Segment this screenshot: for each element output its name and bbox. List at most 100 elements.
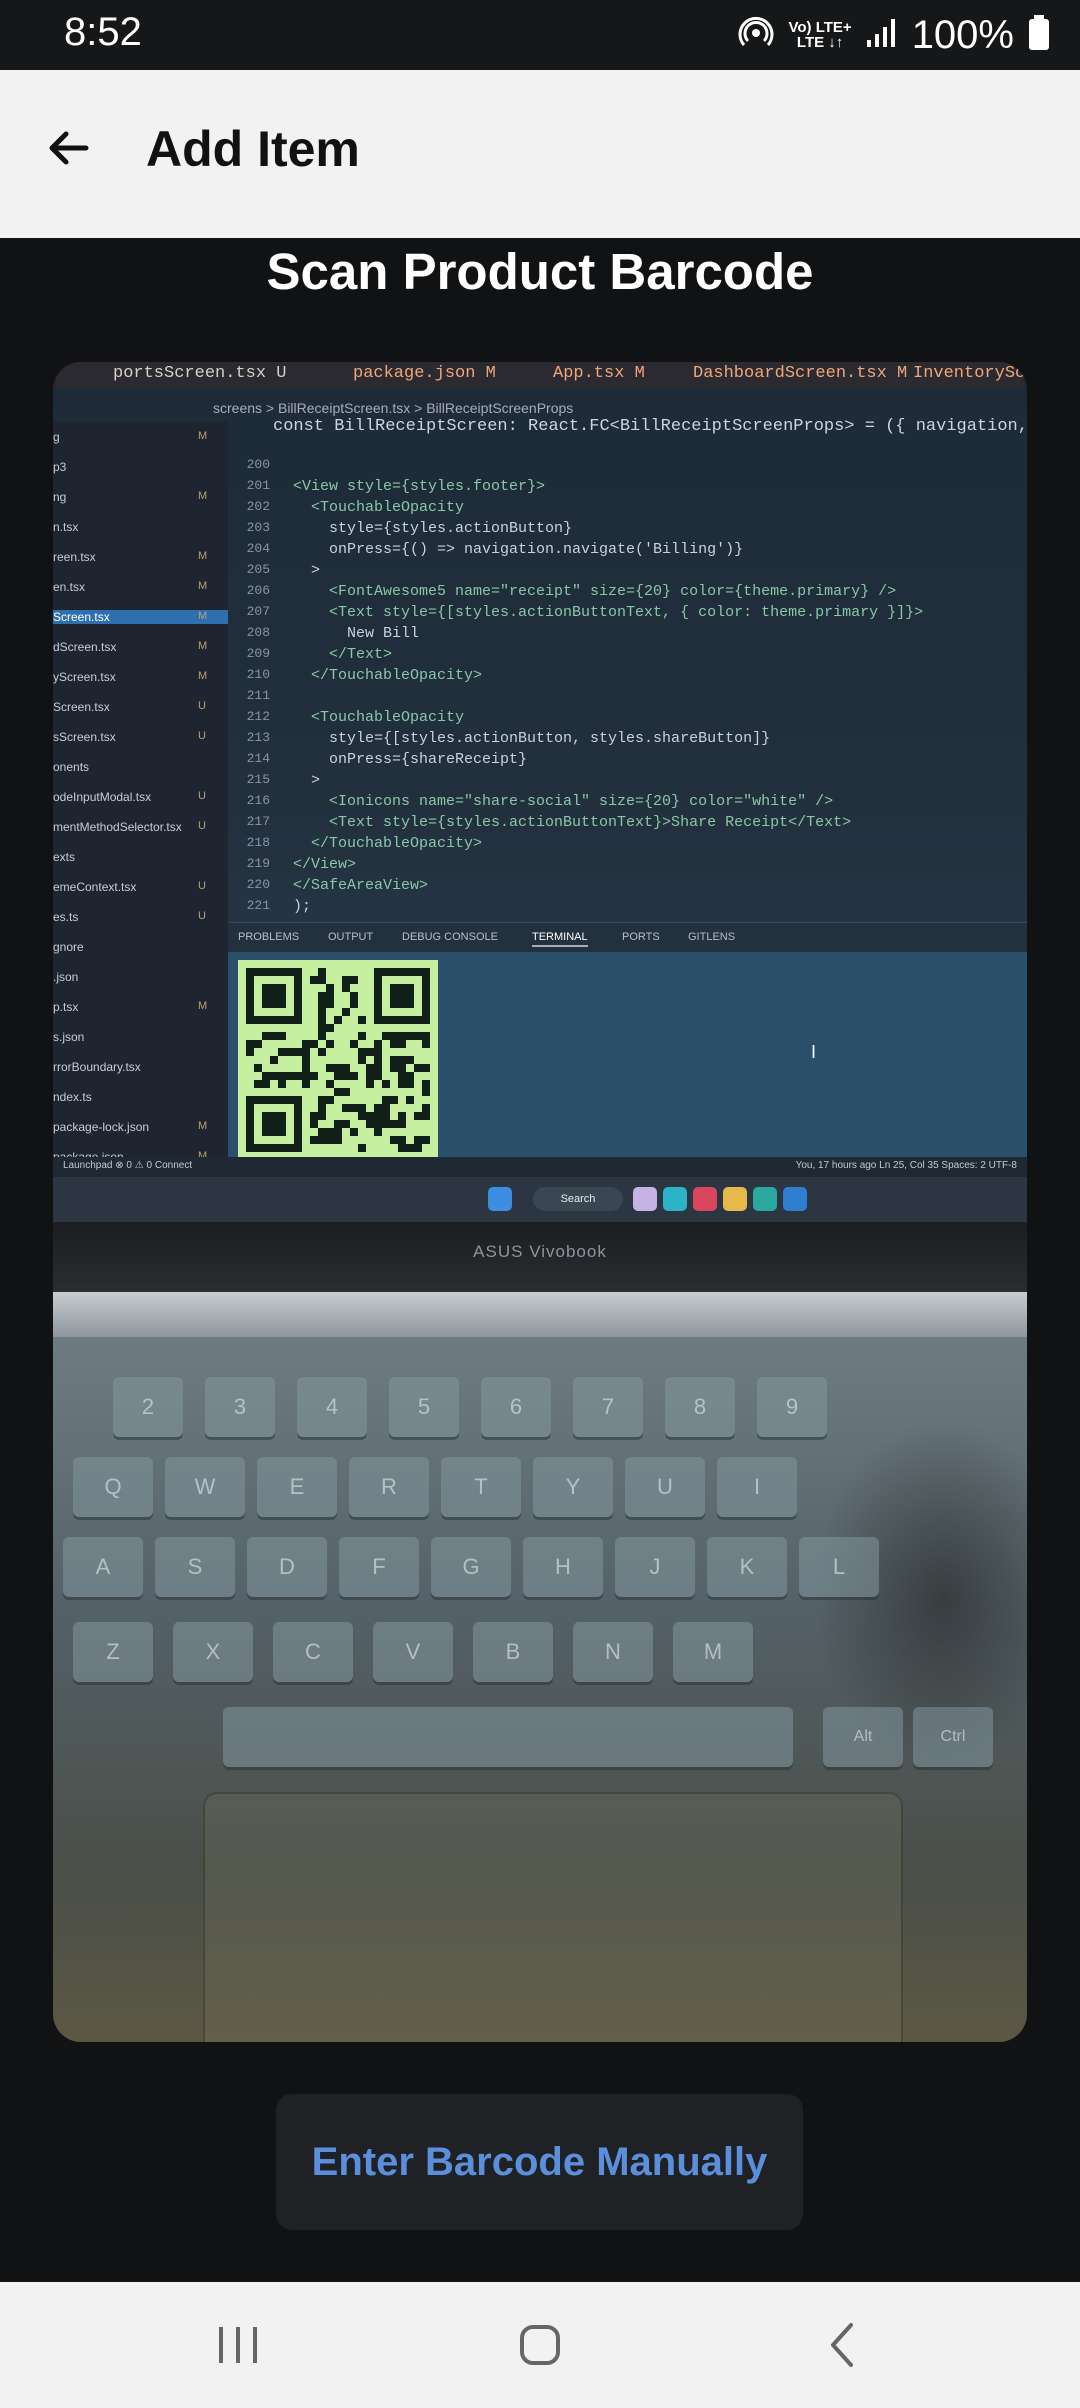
nav-back-button[interactable] <box>787 2300 897 2390</box>
system-nav-bar <box>0 2282 1080 2408</box>
laptop-hinge <box>53 1292 1027 1337</box>
keyboard-key: L <box>799 1537 879 1597</box>
laptop-brand: ASUS Vivobook <box>473 1242 607 1261</box>
space-bar <box>223 1707 793 1767</box>
keyboard-key: U <box>625 1457 705 1517</box>
keyboard-key: 5 <box>389 1377 459 1437</box>
keyboard-key: A <box>63 1537 143 1597</box>
keyboard-key: 7 <box>573 1377 643 1437</box>
keyboard-key: B <box>473 1622 553 1682</box>
explorer-item: gnore <box>53 940 84 954</box>
line-number: 207 <box>246 604 270 619</box>
code-signature: const BillReceiptScreen: React.FC<BillRe… <box>273 417 1027 436</box>
keyboard-key: V <box>373 1622 453 1682</box>
keyboard-key: 8 <box>665 1377 735 1437</box>
keyboard-key: R <box>349 1457 429 1517</box>
code-editor: <View style={styles.footer}> <TouchableO… <box>283 457 1027 917</box>
line-number: 213 <box>246 730 270 745</box>
keyboard-key: D <box>247 1537 327 1597</box>
line-number: 211 <box>246 688 270 703</box>
keyboard-key: 2 <box>113 1377 183 1437</box>
laptop-screen: portsScreen.tsx U package.json M App.tsx… <box>53 362 1027 1222</box>
app-bar: Add Item <box>0 70 1080 238</box>
keyboard-key: T <box>441 1457 521 1517</box>
network-type-bottom: LTE ↓↑ <box>796 34 844 51</box>
line-number: 206 <box>246 583 270 598</box>
code-line: > <box>293 562 321 579</box>
back-button[interactable] <box>26 106 110 190</box>
explorer-item: reen.tsx <box>53 550 96 564</box>
explorer-item: rrorBoundary.tsx <box>53 1060 141 1074</box>
keyboard-key: S <box>155 1537 235 1597</box>
touchpad <box>203 1792 903 2042</box>
arrow-left-icon <box>49 131 89 165</box>
editor-tab-strip: portsScreen.tsx U package.json M App.tsx… <box>53 362 1027 388</box>
code-line: </TouchableOpacity> <box>293 835 483 852</box>
keyboard-key: 6 <box>481 1377 551 1437</box>
line-number: 201 <box>246 478 270 493</box>
home-icon <box>520 2325 560 2365</box>
code-line: onPress={shareReceipt} <box>293 751 528 768</box>
explorer-item: Screen.tsx <box>53 700 110 714</box>
git-status-badge: U <box>198 820 206 832</box>
keyboard-key: X <box>173 1622 253 1682</box>
line-number: 220 <box>246 877 270 892</box>
explorer-item: es.ts <box>53 910 79 924</box>
line-number: 203 <box>246 520 270 535</box>
explorer-item: mentMethodSelector.tsx <box>53 820 182 834</box>
keyboard-key: C <box>273 1622 353 1682</box>
explorer-item: .json <box>53 970 79 984</box>
line-number: 202 <box>246 499 270 514</box>
terminal-panel: I <box>228 952 1027 1167</box>
line-number: 210 <box>246 667 270 682</box>
panel-tab: OUTPUT <box>328 931 374 943</box>
code-line: style={styles.actionButton} <box>293 520 573 537</box>
network-type-top: Vo) LTE+ <box>788 19 852 36</box>
panel-tabs: PROBLEMS OUTPUT DEBUG CONSOLE TERMINAL PORTS… <box>228 922 1027 952</box>
git-status-badge: M <box>198 490 208 502</box>
editor-tab: DashboardScreen.tsx M <box>693 364 908 383</box>
scan-title: Scan Product Barcode <box>266 243 814 300</box>
line-number: 216 <box>246 793 270 808</box>
file-explorer: g Mp3 ng Mn.tsx reen.tsx Men.tsx M Screen.tsx Md… <box>53 422 228 1222</box>
recents-button[interactable] <box>183 2300 293 2390</box>
edge-icon <box>753 1187 777 1211</box>
line-number: 215 <box>246 772 270 787</box>
camera-preview[interactable]: portsScreen.tsx U package.json M App.tsx… <box>53 362 1027 2042</box>
panel-tab: PROBLEMS <box>238 931 300 943</box>
folder-icon <box>723 1187 747 1211</box>
keyboard-key: W <box>165 1457 245 1517</box>
keyboard-key: I <box>717 1457 797 1517</box>
network-type: Vo) LTE+ LTE ↓↑ <box>788 20 851 50</box>
enter-barcode-manually-button[interactable]: Enter Barcode Manually <box>276 2094 803 2230</box>
explorer-item: n.tsx <box>53 520 79 534</box>
line-number: 221 <box>246 898 270 913</box>
explorer-item: p3 <box>53 460 67 474</box>
editor-breadcrumb: screens > BillReceiptScreen.tsx > BillRe… <box>213 400 574 416</box>
code-line: > <box>293 772 321 789</box>
keyboard-key: E <box>257 1457 337 1517</box>
keyboard-key: Y <box>533 1457 613 1517</box>
keyboard-key: 4 <box>297 1377 367 1437</box>
qr-code <box>238 960 438 1160</box>
battery-icon <box>1028 14 1050 56</box>
explorer-item: g <box>53 430 60 444</box>
keyboard-key: K <box>707 1537 787 1597</box>
signal-icon <box>866 18 898 53</box>
status-left: Launchpad ⊗ 0 ⚠ 0 Connect <box>63 1160 193 1171</box>
status-right: You, 17 hours ago Ln 25, Col 35 Spaces: … <box>795 1160 1017 1171</box>
recents-icon <box>219 2327 257 2363</box>
hotspot-icon <box>738 15 774 56</box>
explorer-item: p.tsx <box>53 1000 79 1014</box>
code-line: New Bill <box>293 625 420 642</box>
home-button[interactable] <box>485 2300 595 2390</box>
editor-tab: InventoryScre... <box>913 364 1027 383</box>
code-line: onPress={() => navigation.navigate('Bill… <box>293 541 744 558</box>
keyboard-key: Ctrl <box>913 1707 993 1767</box>
battery-percent: 100% <box>911 12 1014 57</box>
git-status-badge: M <box>198 610 208 622</box>
app-icon <box>693 1187 717 1211</box>
vscode-icon <box>783 1187 807 1211</box>
taskbar-search: Search <box>533 1187 623 1211</box>
code-line: </SafeAreaView> <box>293 877 429 894</box>
